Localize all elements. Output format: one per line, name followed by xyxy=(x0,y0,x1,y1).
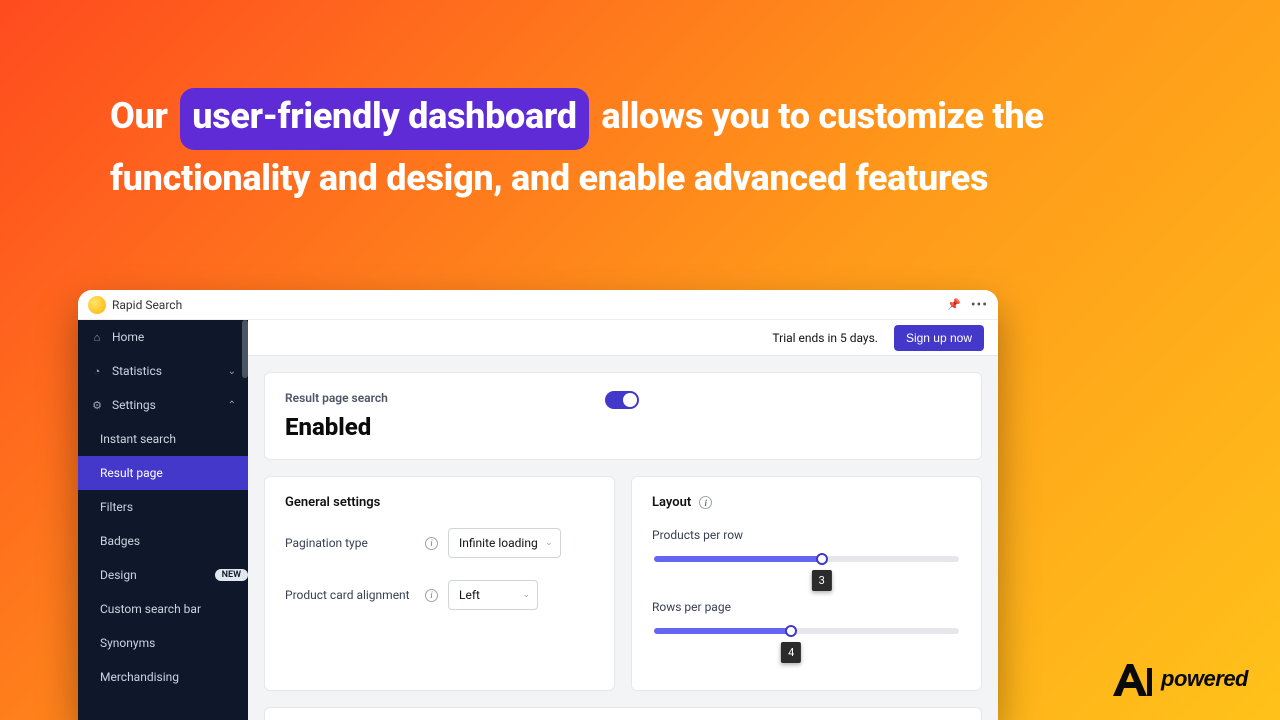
ai-powered-text: powered xyxy=(1161,666,1248,692)
sidebar-item-label: Merchandising xyxy=(100,670,248,684)
sidebar-sub-design[interactable]: Design NEW xyxy=(78,558,248,592)
info-icon[interactable]: i xyxy=(699,496,712,509)
pagination-type-label: Pagination type xyxy=(285,536,415,550)
content-area: Trial ends in 5 days. Sign up now Result… xyxy=(248,320,998,720)
enable-card: Result page search Enabled xyxy=(264,372,982,460)
layout-title: Layout xyxy=(652,495,691,510)
sidebar-sub-filters[interactable]: Filters xyxy=(78,490,248,524)
pagination-type-select[interactable]: Infinite loading ⌄ xyxy=(448,528,561,558)
sidebar-sub-merchandising[interactable]: Merchandising xyxy=(78,660,248,694)
select-value: Infinite loading xyxy=(459,536,538,550)
product-fields-order-card: Product fields order i xyxy=(264,707,982,720)
sidebar-item-label: Badges xyxy=(100,534,248,548)
signup-button[interactable]: Sign up now xyxy=(894,325,984,351)
sidebar-item-label: Design xyxy=(100,568,215,582)
sidebar-item-label: Custom search bar xyxy=(100,602,248,616)
sidebar-item-label: Filters xyxy=(100,500,248,514)
app-window: Rapid Search 📌 ••• ⌂ Home ◔ Statistics ⌄ xyxy=(78,290,998,720)
select-value: Left xyxy=(459,588,480,602)
slider-value: 4 xyxy=(781,642,801,663)
alignment-label: Product card alignment xyxy=(285,588,415,602)
slider-knob[interactable] xyxy=(816,553,828,565)
sidebar: ⌂ Home ◔ Statistics ⌄ ⚙ Settings ⌃ Insta… xyxy=(78,320,248,720)
sidebar-item-label: Home xyxy=(112,330,236,344)
headline-pre: Our xyxy=(110,95,176,137)
top-bar: Trial ends in 5 days. Sign up now xyxy=(248,320,998,356)
sidebar-item-label: Result page xyxy=(100,466,248,480)
window-titlebar: Rapid Search 📌 ••• xyxy=(78,290,998,320)
sidebar-sub-result-page[interactable]: Result page xyxy=(78,456,248,490)
sidebar-sub-badges[interactable]: Badges xyxy=(78,524,248,558)
sidebar-sub-synonyms[interactable]: Synonyms xyxy=(78,626,248,660)
more-icon[interactable]: ••• xyxy=(971,297,988,313)
slider-value: 3 xyxy=(812,570,832,591)
headline-highlight: user-friendly dashboard xyxy=(180,88,588,150)
chevron-down-icon: ⌄ xyxy=(522,590,530,600)
layout-card: Layout i Products per row 3 Rows per pag… xyxy=(631,476,982,691)
trial-text: Trial ends in 5 days. xyxy=(772,331,878,345)
gear-icon: ⚙ xyxy=(90,399,104,412)
sidebar-item-settings[interactable]: ⚙ Settings ⌃ xyxy=(78,388,248,422)
sidebar-item-label: Settings xyxy=(112,398,220,412)
sidebar-item-statistics[interactable]: ◔ Statistics ⌄ xyxy=(78,354,248,388)
sidebar-item-label: Instant search xyxy=(100,432,248,446)
slider-knob[interactable] xyxy=(785,625,797,637)
info-icon[interactable]: i xyxy=(425,589,438,602)
alignment-select[interactable]: Left ⌄ xyxy=(448,580,538,610)
enable-state: Enabled xyxy=(285,413,565,441)
products-per-row-label: Products per row xyxy=(652,528,961,542)
enable-section-label: Result page search xyxy=(285,391,565,405)
info-icon[interactable]: i xyxy=(425,537,438,550)
scrollbar-thumb[interactable] xyxy=(242,320,248,378)
chevron-down-icon: ⌄ xyxy=(545,538,553,548)
products-per-row-slider[interactable]: 3 xyxy=(654,556,959,562)
sidebar-item-label: Synonyms xyxy=(100,636,248,650)
rows-per-page-label: Rows per page xyxy=(652,600,961,614)
marketing-headline: Our user-friendly dashboard allows you t… xyxy=(110,88,1175,207)
sidebar-sub-custom-search-bar[interactable]: Custom search bar xyxy=(78,592,248,626)
chevron-up-icon: ⌃ xyxy=(228,400,236,411)
chevron-down-icon: ⌄ xyxy=(228,366,236,377)
ai-logo-icon xyxy=(1109,660,1153,698)
app-logo-icon xyxy=(88,296,106,314)
rows-per-page-slider[interactable]: 4 xyxy=(654,628,959,634)
new-badge: NEW xyxy=(215,569,248,581)
general-settings-card: General settings Pagination type i Infin… xyxy=(264,476,615,691)
enable-toggle[interactable] xyxy=(605,391,639,409)
sidebar-sub-instant-search[interactable]: Instant search xyxy=(78,422,248,456)
app-title: Rapid Search xyxy=(112,298,182,312)
sidebar-item-label: Statistics xyxy=(112,364,220,378)
pin-icon[interactable]: 📌 xyxy=(947,298,961,311)
general-settings-title: General settings xyxy=(285,495,594,510)
home-icon: ⌂ xyxy=(90,331,104,344)
sidebar-item-home[interactable]: ⌂ Home xyxy=(78,320,248,354)
chart-icon: ◔ xyxy=(90,365,104,378)
ai-powered-badge: powered xyxy=(1109,660,1248,698)
